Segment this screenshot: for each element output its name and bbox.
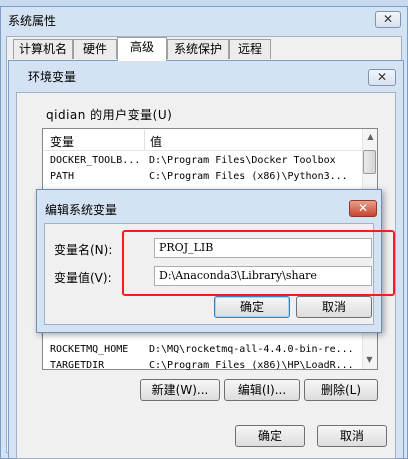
list-item[interactable]: TARGETDIR C:\Program Files (x86)\HP\Load… xyxy=(50,358,360,373)
variable-value: D:\MQ\rocketmq-all-4.4.0-bin-re... xyxy=(149,344,354,355)
variable-value: D:\Program Files\Docker Toolbox xyxy=(149,155,336,166)
variable-name-label: 变量名(N): xyxy=(54,243,113,257)
list-item[interactable]: DOCKER_TOOLB... D:\Program Files\Docker … xyxy=(50,153,360,168)
list-header xyxy=(43,129,363,151)
system-properties-close-button[interactable]: ✕ xyxy=(375,11,401,28)
cancel-button[interactable]: 取消 xyxy=(317,425,387,447)
list-item[interactable]: ROCKETMQ_HOME D:\MQ\rocketmq-all-4.4.0-b… xyxy=(50,342,360,357)
scroll-up-icon[interactable]: ▲ xyxy=(363,129,378,145)
variable-value: C:\Program Files (x86)\HP\LoadR... xyxy=(149,360,354,371)
variable-name: TARGETDIR xyxy=(50,360,105,371)
variable-name: ROCKETMQ_HOME xyxy=(50,344,129,355)
scroll-down-icon[interactable]: ▼ xyxy=(362,352,377,368)
delete-variable-button[interactable]: 删除(L) xyxy=(304,379,378,401)
column-header-value[interactable]: 值 xyxy=(150,133,162,150)
scrollbar-thumb[interactable] xyxy=(363,150,376,174)
tab-computer-name[interactable]: 计算机名 xyxy=(13,39,73,59)
variable-value: C:\Program Files (x86)\Python3... xyxy=(149,171,348,182)
system-properties-title: 系统属性 xyxy=(8,14,57,28)
ok-button[interactable]: 确定 xyxy=(235,425,305,447)
environment-variables-close-button[interactable]: ✕ xyxy=(368,69,396,86)
tab-remote[interactable]: 远程 xyxy=(229,39,271,59)
tab-advanced[interactable]: 高级 xyxy=(117,37,167,61)
column-separator[interactable] xyxy=(144,130,145,150)
tab-system-protection[interactable]: 系统保护 xyxy=(167,39,229,59)
tab-hardware[interactable]: 硬件 xyxy=(73,39,117,59)
variable-value-label: 变量值(V): xyxy=(54,271,112,285)
variable-name: DOCKER_TOOLB... xyxy=(50,155,141,166)
environment-variables-title: 环境变量 xyxy=(28,70,77,84)
new-variable-button[interactable]: 新建(W)... xyxy=(140,379,220,401)
list-item[interactable]: PATH C:\Program Files (x86)\Python3... xyxy=(50,169,360,184)
red-highlight-box xyxy=(122,230,395,296)
variable-name: PATH xyxy=(50,171,75,182)
edit-cancel-button[interactable]: 取消 xyxy=(296,296,372,318)
column-header-variable[interactable]: 变量 xyxy=(50,133,74,150)
edit-dialog-title: 编辑系统变量 xyxy=(45,203,118,217)
edit-ok-button[interactable]: 确定 xyxy=(214,296,290,318)
edit-dialog-close-button[interactable]: ✕ xyxy=(349,200,377,217)
edit-variable-button[interactable]: 编辑(I)... xyxy=(224,379,300,401)
user-variables-label: qidian 的用户变量(U) xyxy=(46,108,173,122)
